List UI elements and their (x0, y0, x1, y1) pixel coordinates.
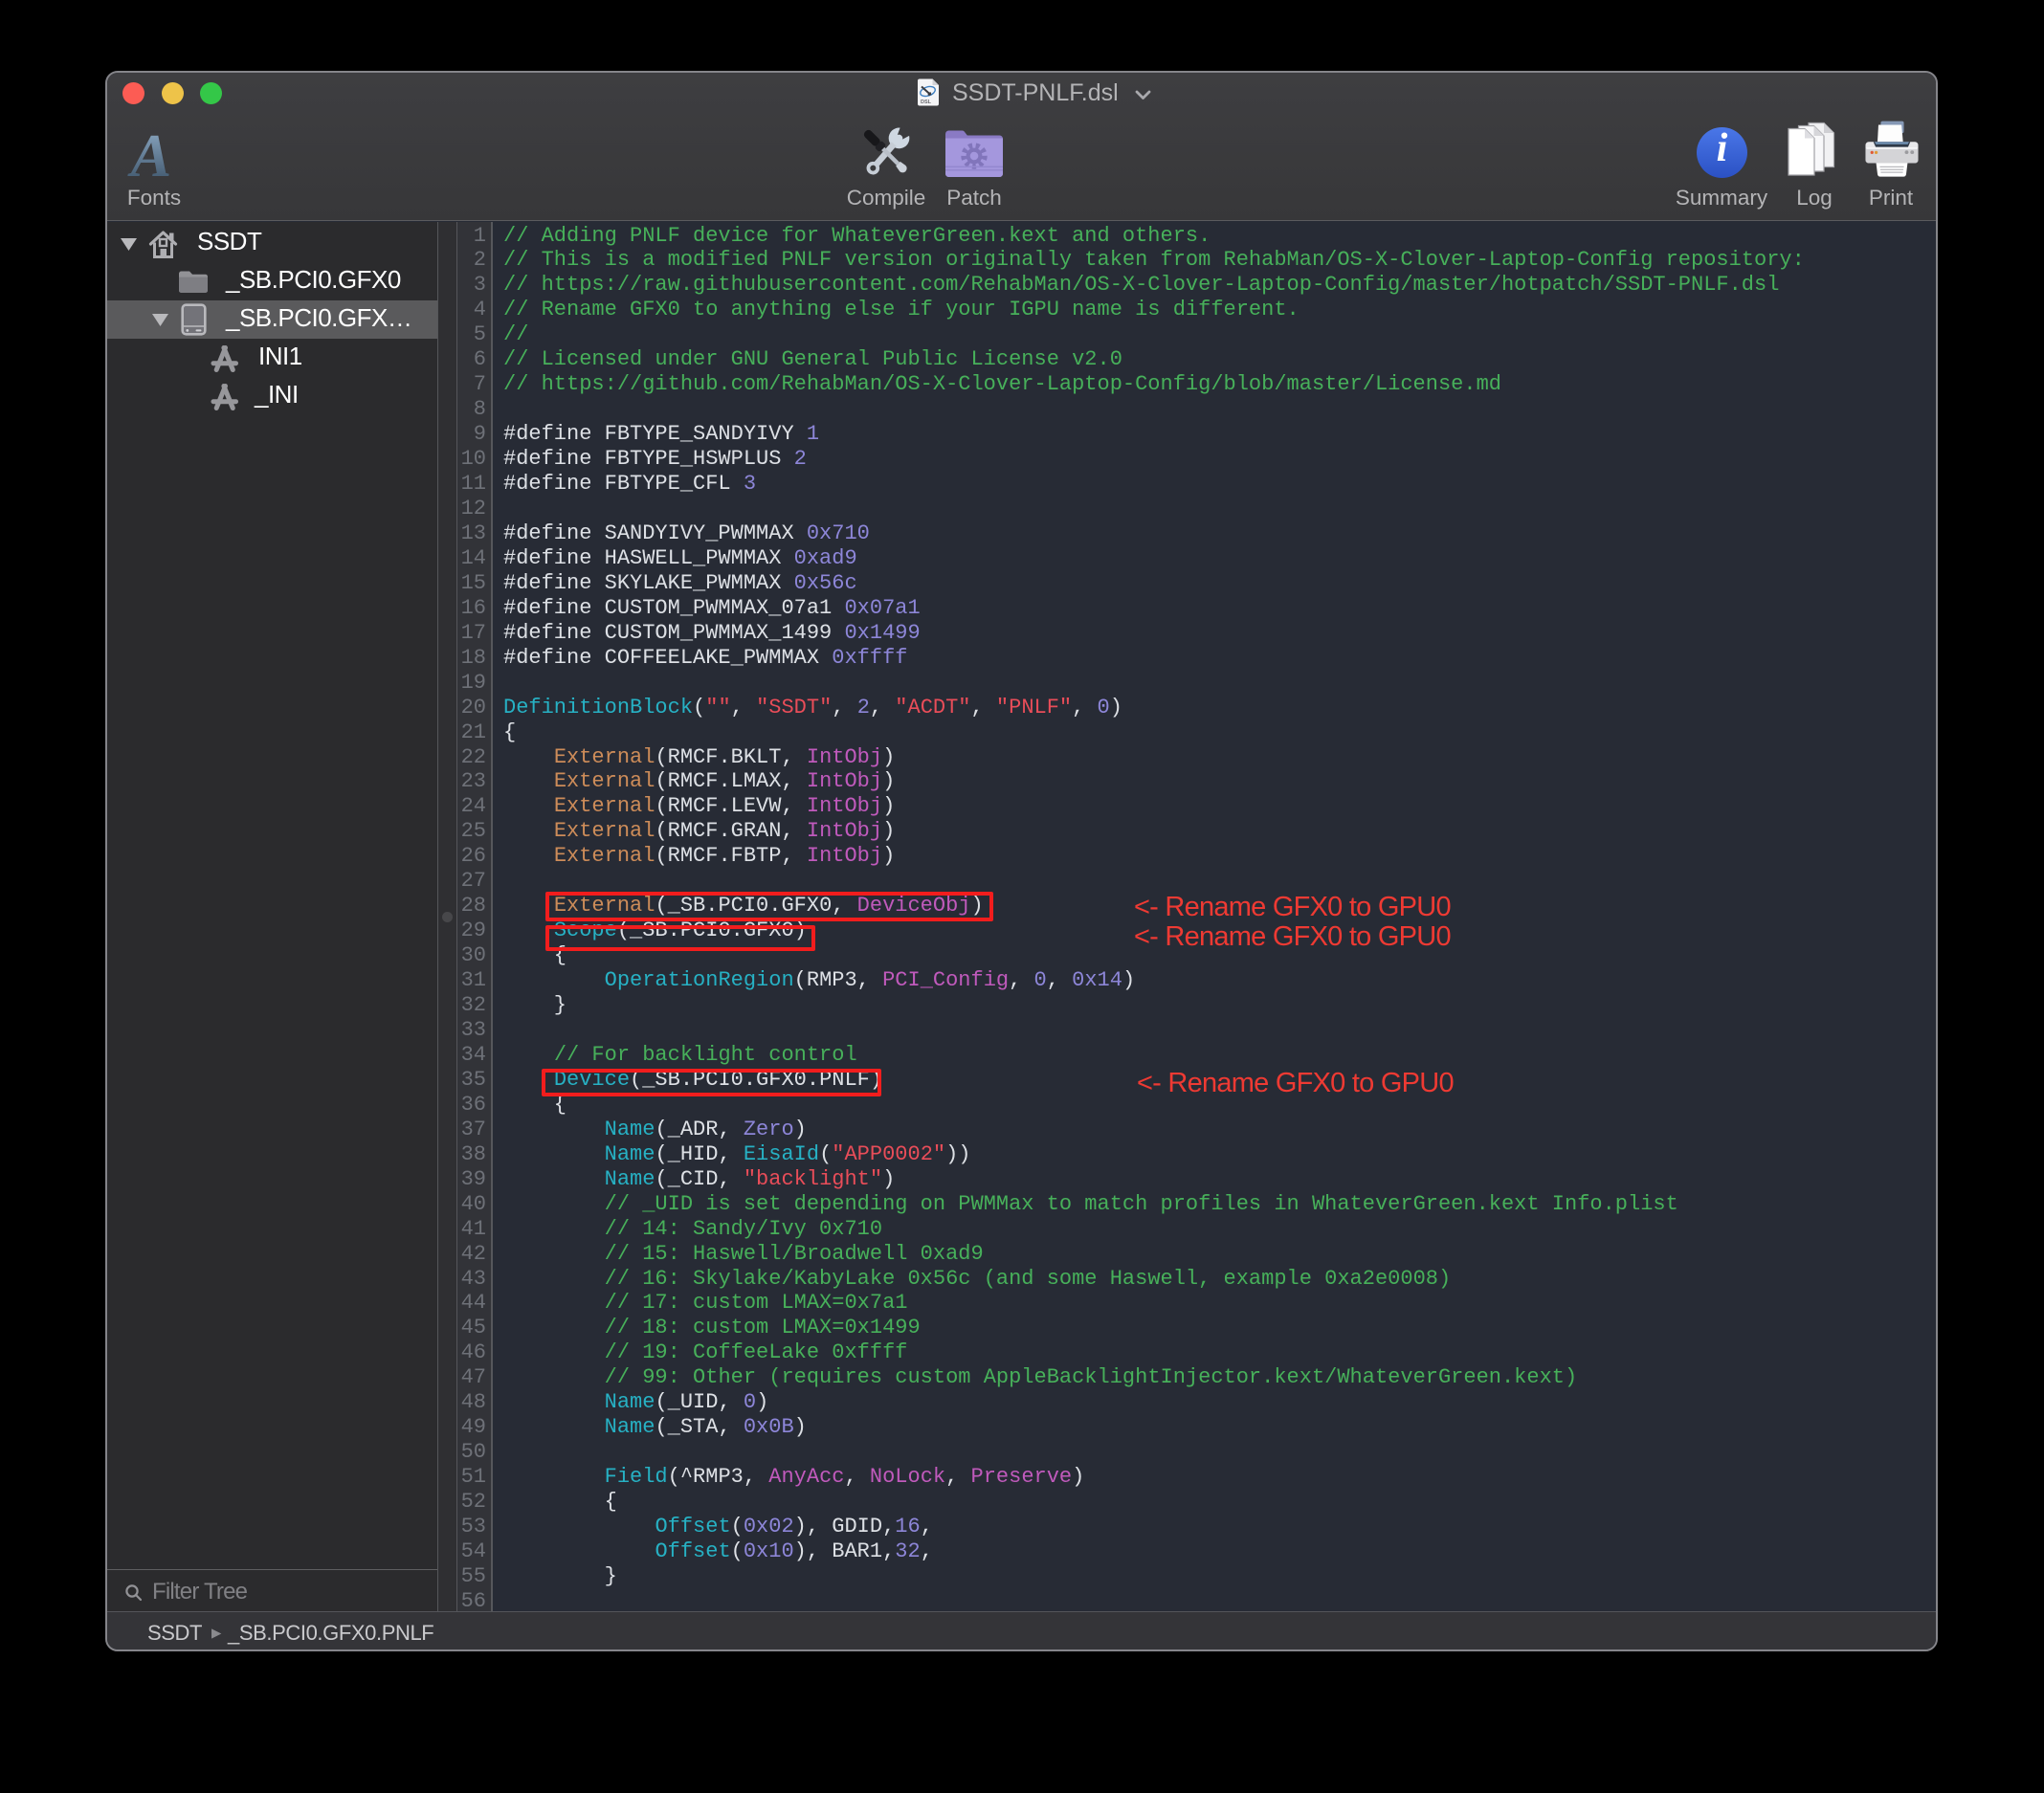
svg-text:DSL: DSL (921, 100, 932, 105)
